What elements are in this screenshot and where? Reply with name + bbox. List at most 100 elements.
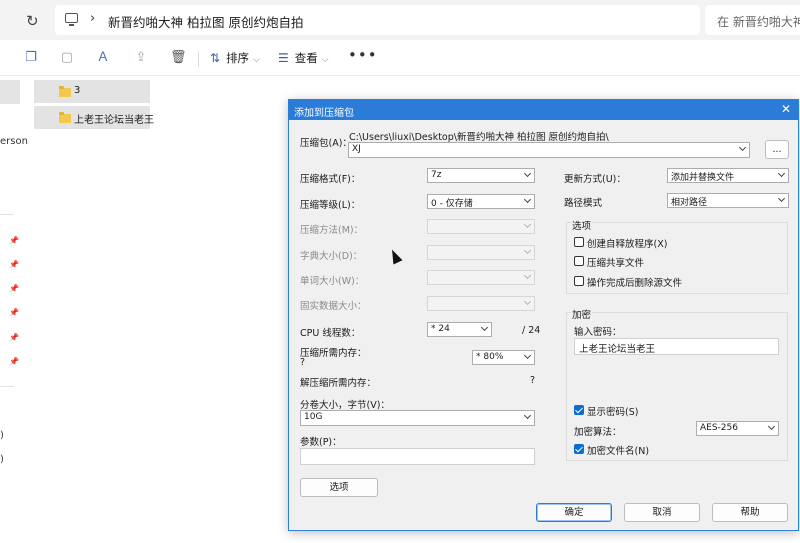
view-button[interactable]: ☰ 查看 ⌵ [278, 50, 329, 66]
nav-selected-item[interactable] [0, 80, 20, 104]
pin-icon: 📌 [9, 236, 19, 245]
chevron-down-icon: ⌵ [253, 55, 260, 65]
chevron-down-icon [767, 422, 776, 431]
search-placeholder: 在 新晋约啪大神 [717, 15, 800, 29]
browse-button[interactable]: ... [765, 140, 789, 159]
computer-icon [65, 13, 78, 26]
update-mode-value: 添加并替换文件 [671, 173, 735, 183]
close-icon[interactable]: ✕ [781, 102, 791, 116]
breadcrumb[interactable]: › 新晋约啪大神 柏拉图 原创约炮自拍 [55, 5, 700, 35]
delete-after-label[interactable]: 操作完成后删除源文件 [587, 275, 682, 289]
dict-select [427, 245, 535, 260]
paste-icon[interactable]: ▢ [60, 51, 74, 65]
pin-icon: 📌 [9, 284, 19, 293]
file-name: 上老王论坛当老王 [74, 115, 154, 126]
sfx-label[interactable]: 创建自释放程序(X) [587, 236, 667, 250]
chevron-down-icon [523, 169, 532, 178]
nav-item-label[interactable]: ) [0, 454, 4, 465]
pin-icon: 📌 [9, 357, 19, 366]
breadcrumb-path[interactable]: 新晋约啪大神 柏拉图 原创约炮自拍 [108, 12, 303, 31]
file-row[interactable]: 上老王论坛当老王 [34, 106, 154, 129]
folder-icon [59, 86, 71, 97]
chevron-down-icon [523, 271, 532, 280]
archive-name-combo[interactable]: XJ [348, 142, 750, 158]
dialog-title: 添加到压缩包 [294, 108, 354, 119]
cancel-button[interactable]: 取消 [624, 503, 700, 522]
sort-icon: ⇅ [210, 51, 221, 65]
format-select[interactable]: 7z [427, 168, 535, 183]
path-mode-select[interactable]: 相对路径 [667, 193, 789, 208]
delete-after-checkbox[interactable] [574, 276, 584, 286]
split-volume-value: 10G [304, 412, 323, 422]
chevron-down-icon [523, 351, 532, 360]
cpu-threads-value: * 24 [431, 324, 450, 334]
share-icon[interactable]: ⇪ [134, 51, 148, 65]
cpu-threads-select[interactable]: * 24 [427, 322, 492, 337]
nav-item-label[interactable]: ) [0, 430, 4, 441]
update-mode-select[interactable]: 添加并替换文件 [667, 168, 789, 183]
show-password-checkbox[interactable] [574, 405, 584, 415]
show-password-label[interactable]: 显示密码(S) [587, 404, 638, 418]
chevron-down-icon [523, 195, 532, 204]
sort-label: 排序 [226, 51, 250, 65]
word-label: 单词大小(W)： [300, 276, 365, 287]
enc-method-value: AES-256 [700, 423, 738, 433]
sort-button[interactable]: ⇅ 排序 ⌵ [210, 50, 260, 66]
nav-divider [0, 214, 14, 215]
encrypt-names-label[interactable]: 加密文件名(N) [587, 443, 649, 457]
refresh-icon[interactable]: ↻ [26, 12, 39, 30]
word-select [427, 270, 535, 285]
enc-method-select[interactable]: AES-256 [696, 421, 779, 436]
file-row[interactable]: 3 [34, 80, 150, 103]
path-mode-value: 相对路径 [671, 198, 708, 208]
mem-decomp-label: 解压缩所需内存： [300, 378, 377, 389]
mem-comp-select[interactable]: * 80% [472, 350, 535, 365]
options-button[interactable]: 选项 [300, 478, 378, 497]
search-input[interactable]: 在 新晋约啪大神 [705, 5, 800, 35]
view-icon: ☰ [278, 51, 289, 65]
password-input[interactable]: 上老王论坛当老王 [574, 338, 779, 355]
nav-item-label[interactable]: erson [0, 136, 28, 147]
chevron-down-icon [523, 220, 532, 229]
pin-icon: 📌 [9, 333, 19, 342]
chevron-down-icon: ⌵ [321, 55, 329, 65]
archive-name-value: XJ [352, 144, 361, 154]
format-value: 7z [431, 170, 442, 180]
params-input[interactable] [300, 448, 535, 465]
level-label: 压缩等级(L)： [300, 200, 361, 211]
chevron-down-icon [523, 411, 532, 420]
chevron-down-icon [480, 323, 489, 332]
mem-comp-value: * 80% [476, 352, 504, 362]
archive-path: C:\Users\liuxi\Desktop\新晋约啪大神 柏拉图 原创约炮自拍… [349, 132, 609, 143]
shared-files-label[interactable]: 压缩共享文件 [587, 255, 644, 269]
encrypt-names-checkbox[interactable] [574, 444, 584, 454]
chevron-down-icon [777, 194, 786, 203]
chevron-down-icon[interactable] [738, 143, 747, 152]
chevron-down-icon [777, 169, 786, 178]
format-label: 压缩格式(F)： [300, 174, 361, 185]
delete-icon[interactable]: 🗑 [170, 51, 187, 65]
solid-label: 固实数据大小： [300, 301, 367, 312]
toolbar-divider [198, 51, 199, 67]
more-options-icon[interactable]: ••• [348, 46, 378, 64]
password-label: 输入密码： [574, 327, 622, 338]
encryption-group-title: 加密 [571, 307, 593, 321]
pin-icon: 📌 [9, 260, 19, 269]
shared-files-checkbox[interactable] [574, 256, 584, 266]
help-button[interactable]: 帮助 [712, 503, 788, 522]
mem-comp-unknown: ? [300, 357, 306, 368]
file-name: 3 [74, 85, 81, 96]
view-label: 查看 [294, 51, 318, 65]
dict-label: 字典大小(D)： [300, 251, 363, 262]
nav-divider [0, 386, 14, 387]
dialog-titlebar[interactable]: 添加到压缩包 ✕ [289, 100, 798, 120]
sfx-checkbox[interactable] [574, 237, 584, 247]
archive-label: 压缩包(A)： [300, 138, 352, 149]
update-mode-label: 更新方式(U)： [564, 174, 626, 185]
level-select[interactable]: 0 - 仅存储 [427, 194, 535, 209]
rename-icon[interactable]: Ａ [96, 51, 110, 65]
split-volume-select[interactable]: 10G [300, 410, 535, 426]
copy-icon[interactable]: ❐ [24, 51, 38, 65]
ok-button[interactable]: 确定 [536, 503, 612, 522]
enc-method-label: 加密算法： [574, 427, 622, 438]
